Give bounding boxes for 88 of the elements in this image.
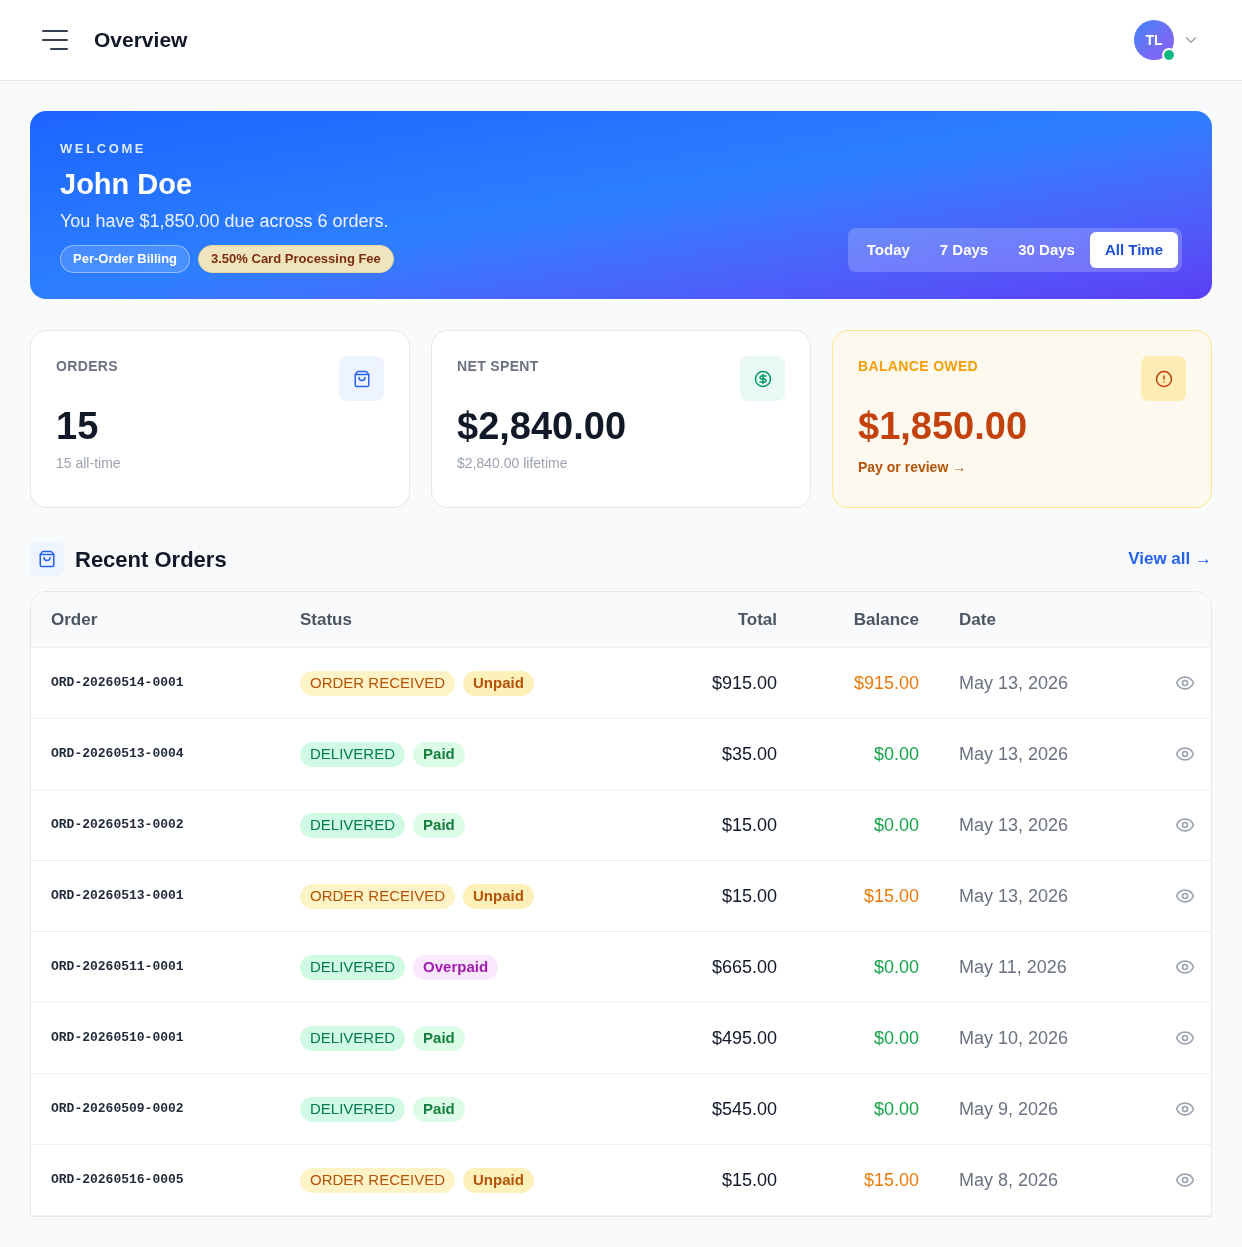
user-name: John Doe	[60, 166, 194, 202]
total-cell-text: $15.00	[721, 1168, 777, 1192]
payment-tag: Paid	[413, 1025, 465, 1051]
range-tab[interactable]: 30 Days	[1003, 232, 1090, 268]
billing-tag: 3.50% Card Processing Fee	[198, 245, 394, 273]
balance-cell-text: $15.00	[863, 884, 919, 908]
total-cell-text: $15.00	[721, 884, 777, 908]
column-header: Date	[958, 608, 997, 631]
range-tab[interactable]: Today	[851, 232, 925, 268]
date-cell-text: May 8, 2026	[958, 1168, 1060, 1192]
payment-tag: Unpaid	[463, 670, 534, 696]
order-id: ORD-20260513-0002	[51, 816, 185, 835]
column-header: Balance	[853, 608, 919, 631]
date-cell-text: May 13, 2026	[958, 671, 1070, 695]
order-id: ORD-20260510-0001	[51, 1029, 185, 1048]
section-title: Recent Orders	[75, 545, 227, 574]
status-tag: DELIVERED	[300, 954, 406, 980]
payment-tag: Overpaid	[413, 954, 499, 980]
date-cell-text: May 9, 2026	[958, 1097, 1060, 1121]
balance-cell-text: $15.00	[863, 1168, 919, 1192]
balance-cell-text: $0.00	[873, 955, 919, 979]
total-cell-text: $495.00	[711, 1026, 777, 1050]
stat-value: 15	[56, 407, 100, 445]
column-header: Order	[51, 608, 99, 631]
payment-tag: Unpaid	[463, 883, 534, 909]
balance-cell-text: $0.00	[873, 1097, 919, 1121]
payment-tag: Paid	[413, 1096, 465, 1122]
total-cell-text: $35.00	[721, 742, 777, 766]
view-icon[interactable]	[1175, 1170, 1195, 1190]
status-tag: DELIVERED	[300, 812, 406, 838]
welcome-eyebrow: WELCOME	[60, 140, 148, 158]
alert-icon	[1141, 356, 1186, 401]
payment-tag: Paid	[413, 812, 465, 838]
total-cell-text: $915.00	[711, 671, 777, 695]
order-id: ORD-20260516-0005	[51, 1171, 185, 1190]
status-tag: DELIVERED	[300, 1096, 406, 1122]
stat-label: ORDERS	[56, 357, 118, 376]
balance-cell-text: $0.00	[873, 742, 919, 766]
order-id: ORD-20260509-0002	[51, 1100, 185, 1119]
order-id: ORD-20260513-0001	[51, 887, 185, 906]
order-id: ORD-20260514-0001	[51, 674, 185, 693]
stat-note: 15 all-time	[56, 454, 122, 473]
billing-tag: Per-Order Billing	[60, 245, 191, 273]
payment-tag: Unpaid	[463, 1167, 534, 1193]
order-id: ORD-20260513-0004	[51, 745, 185, 764]
dollar-icon	[740, 356, 785, 401]
view-icon[interactable]	[1175, 673, 1195, 693]
status-tag: ORDER RECEIVED	[300, 883, 456, 909]
view-icon[interactable]	[1175, 1099, 1195, 1119]
total-cell-text: $545.00	[711, 1097, 777, 1121]
payment-tag: Paid	[413, 741, 465, 767]
view-icon[interactable]	[1175, 1028, 1195, 1048]
status-tag: DELIVERED	[300, 741, 406, 767]
total-cell-text: $15.00	[721, 813, 777, 837]
view-icon[interactable]	[1175, 886, 1195, 906]
view-icon[interactable]	[1175, 744, 1195, 764]
bag-icon	[339, 356, 384, 401]
balance-cell-text: $0.00	[873, 813, 919, 837]
status-tag: ORDER RECEIVED	[300, 670, 456, 696]
date-cell-text: May 13, 2026	[958, 884, 1070, 908]
status-tag: DELIVERED	[300, 1025, 406, 1051]
order-id: ORD-20260511-0001	[51, 958, 185, 977]
stat-label: BALANCE OWED	[858, 357, 979, 376]
balance-cell-text: $0.00	[873, 1026, 919, 1050]
date-cell-text: May 11, 2026	[958, 955, 1068, 979]
due-message: You have $1,850.00 due across 6 orders.	[60, 210, 390, 233]
column-header: Status	[300, 608, 353, 631]
total-cell-text: $665.00	[711, 955, 777, 979]
stat-label: NET SPENT	[457, 357, 539, 376]
pay-link[interactable]: Pay or review →	[858, 457, 1186, 478]
bag-icon	[30, 542, 64, 576]
range-tab[interactable]: 7 Days	[924, 232, 1004, 268]
view-icon[interactable]	[1175, 957, 1195, 977]
menu-icon[interactable]	[42, 29, 68, 51]
date-cell-text: May 13, 2026	[958, 813, 1070, 837]
date-cell-text: May 10, 2026	[958, 1026, 1070, 1050]
stat-value: $1,850.00	[858, 407, 1029, 445]
user-avatar[interactable]: TL	[1134, 20, 1174, 60]
page-title: Overview	[94, 27, 188, 54]
stat-note: $2,840.00 lifetime	[457, 454, 569, 473]
column-header: Total	[737, 608, 777, 631]
stat-value: $2,840.00	[457, 407, 628, 445]
status-tag: ORDER RECEIVED	[300, 1167, 456, 1193]
view-all-link[interactable]: View all →	[1128, 546, 1212, 572]
balance-cell-text: $915.00	[853, 671, 919, 695]
view-icon[interactable]	[1175, 815, 1195, 835]
range-tab[interactable]: All Time	[1089, 232, 1178, 268]
date-cell-text: May 13, 2026	[958, 742, 1070, 766]
